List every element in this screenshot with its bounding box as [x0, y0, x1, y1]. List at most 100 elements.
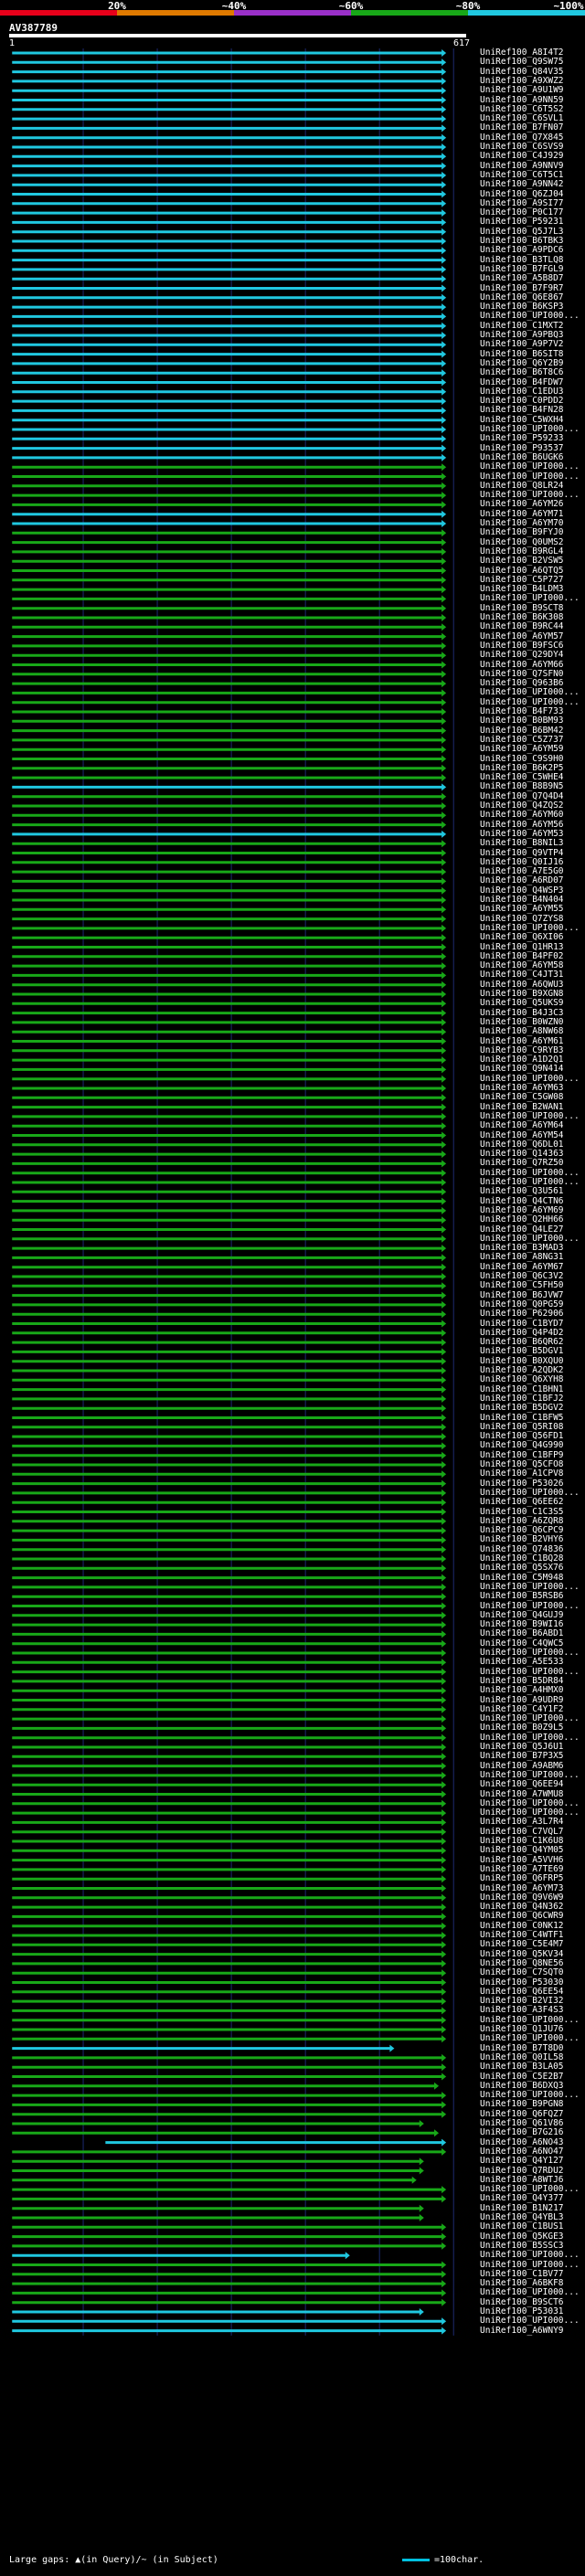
hit-label[interactable]: UniRef100_A7WMU8: [480, 1789, 564, 1799]
hit-label[interactable]: UniRef100_B3LA05: [480, 2062, 564, 2072]
hit-label[interactable]: UniRef100_Q7RZ50: [480, 1159, 564, 1168]
hit-label[interactable]: UniRef100_UPI000...: [480, 594, 580, 603]
hit-label[interactable]: UniRef100_UPI000...: [480, 472, 580, 482]
hit-label[interactable]: UniRef100_A6YM59: [480, 745, 564, 754]
hit-label[interactable]: UniRef100_Q4Y127: [480, 2157, 564, 2166]
hit-label[interactable]: UniRef100_A6YM66: [480, 660, 564, 670]
hit-label[interactable]: UniRef100_C1BUS1: [480, 2222, 564, 2231]
hit-label[interactable]: UniRef100_A8NG31: [480, 1253, 564, 1262]
hit-label[interactable]: UniRef100_B5RSB6: [480, 1592, 564, 1601]
hit-label[interactable]: UniRef100_A6YM64: [480, 1121, 564, 1130]
hit-label[interactable]: UniRef100_Q4LE27: [480, 1224, 564, 1235]
hit-label[interactable]: UniRef100_P53030: [480, 1977, 564, 1988]
hit-label[interactable]: UniRef100_A9PDC6: [480, 246, 564, 255]
hit-label[interactable]: UniRef100_A6YM55: [480, 905, 564, 914]
hit-label[interactable]: UniRef100_Q4Y377: [480, 2194, 564, 2203]
hit-label[interactable]: UniRef100_Q9VTP4: [480, 848, 564, 858]
hit-label[interactable]: UniRef100_Q6XI06: [480, 933, 564, 942]
hit-label[interactable]: UniRef100_UPI000...: [480, 312, 580, 321]
hit-label[interactable]: UniRef100_A6YM73: [480, 1883, 564, 1893]
hit-label[interactable]: UniRef100_C1BFW5: [480, 1413, 564, 1423]
hit-label[interactable]: UniRef100_B4FDW7: [480, 377, 564, 387]
hit-label[interactable]: UniRef100_P62906: [480, 1309, 564, 1319]
hit-label[interactable]: UniRef100_C9S9H0: [480, 754, 564, 764]
hit-label[interactable]: UniRef100_C5E4M7: [480, 1940, 564, 1949]
hit-label[interactable]: UniRef100_B9FYJ0: [480, 528, 564, 537]
hit-label[interactable]: UniRef100_B9RC44: [480, 622, 564, 631]
hit-label[interactable]: UniRef100_A9UDR9: [480, 1695, 564, 1705]
hit-label[interactable]: UniRef100_A6YM60: [480, 811, 564, 820]
hit-label[interactable]: UniRef100_A6QTQ5: [480, 566, 564, 576]
hit-label[interactable]: UniRef100_C5E2B7: [480, 2072, 564, 2082]
hit-label[interactable]: UniRef100_A6YM54: [480, 1130, 564, 1140]
hit-label[interactable]: UniRef100_B4FN28: [480, 406, 564, 415]
hit-label[interactable]: UniRef100_B0BM93: [480, 716, 564, 726]
hit-label[interactable]: UniRef100_B8B9N5: [480, 782, 564, 791]
hit-label[interactable]: UniRef100_A6WNY9: [480, 2326, 564, 2336]
hit-label[interactable]: UniRef100_A5B8D7: [480, 274, 564, 283]
hit-label[interactable]: UniRef100_B5DGV2: [480, 1404, 564, 1413]
hit-label[interactable]: UniRef100_A5E533: [480, 1658, 564, 1667]
hit-label[interactable]: UniRef100_UPI000...: [480, 2316, 580, 2326]
hit-label[interactable]: UniRef100_A8NW68: [480, 1027, 564, 1036]
hit-label[interactable]: UniRef100_Q6FRP5: [480, 1874, 564, 1883]
hit-label[interactable]: UniRef100_UPI000...: [480, 688, 580, 697]
hit-label[interactable]: UniRef100_Q4YM05: [480, 1846, 564, 1855]
hit-label[interactable]: UniRef100_A9U1W9: [480, 86, 564, 95]
hit-label[interactable]: UniRef100_UPI000...: [480, 2260, 580, 2270]
hit-label[interactable]: UniRef100_C4J929: [480, 152, 564, 161]
hit-label[interactable]: UniRef100_C5FH50: [480, 1281, 564, 1290]
hit-label[interactable]: UniRef100_B7P3X5: [480, 1752, 564, 1761]
hit-label[interactable]: UniRef100_B7F9R7: [480, 283, 564, 293]
hit-label[interactable]: UniRef100_A6YM61: [480, 1036, 564, 1046]
hit-label[interactable]: UniRef100_A3F4S3: [480, 2006, 564, 2015]
hit-label[interactable]: UniRef100_P59231: [480, 217, 564, 227]
hit-arrow: [441, 2101, 447, 2109]
hit-label[interactable]: UniRef100_A3L7R4: [480, 1818, 564, 1827]
hit-label[interactable]: UniRef100_C7SQT0: [480, 1968, 564, 1977]
hit-label[interactable]: UniRef100_A9NN42: [480, 180, 564, 189]
hit-label[interactable]: UniRef100_B0Z9L5: [480, 1723, 564, 1733]
hit-label[interactable]: UniRef100_Q6ZJ04: [480, 189, 564, 199]
hit-label[interactable]: UniRef100_B2VSW5: [480, 557, 564, 566]
hit-label[interactable]: UniRef100_UPI000...: [480, 462, 580, 472]
hit-label[interactable]: UniRef100_B2VHY6: [480, 1535, 564, 1544]
hit-label[interactable]: UniRef100_C1BYD7: [480, 1319, 564, 1329]
hit-label[interactable]: UniRef100_Q6EE94: [480, 1780, 564, 1789]
hit-label[interactable]: UniRef100_A9P7V2: [480, 340, 564, 349]
hit-label[interactable]: UniRef100_Q6CWR9: [480, 1912, 564, 1921]
hit-label[interactable]: UniRef100_B7FN07: [480, 123, 564, 133]
hit-label[interactable]: UniRef100_Q5UKS9: [480, 999, 564, 1008]
hit-label[interactable]: UniRef100_C4JT31: [480, 970, 564, 980]
hit-label[interactable]: UniRef100_Q29DY4: [480, 651, 564, 660]
hit-label[interactable]: UniRef100_Q7RDU2: [480, 2166, 564, 2176]
hit-label[interactable]: UniRef100_A9NN59: [480, 95, 564, 105]
hit-label[interactable]: UniRef100_B9PGN8: [480, 2100, 564, 2109]
hit-label[interactable]: UniRef100_A6RD07: [480, 876, 564, 885]
hit-label[interactable]: UniRef100_B6ABD1: [480, 1629, 564, 1638]
hit-label[interactable]: UniRef100_P59233: [480, 434, 564, 443]
hit-label[interactable]: UniRef100_UPI000...: [480, 2288, 580, 2297]
hit-label[interactable]: UniRef100_B5DGV1: [480, 1347, 564, 1356]
hit-label[interactable]: UniRef100_Q1HR13: [480, 942, 564, 952]
hit-label[interactable]: UniRef100_A1CPV8: [480, 1469, 564, 1479]
hit-label[interactable]: UniRef100_Q9N414: [480, 1065, 564, 1074]
hit-label[interactable]: UniRef100_UPI000...: [480, 1601, 580, 1611]
hit-label[interactable]: UniRef100_B7G216: [480, 2128, 564, 2137]
hit-label[interactable]: UniRef100_Q6EE62: [480, 1498, 564, 1507]
hit-label[interactable]: UniRef100_Q6XYH8: [480, 1375, 564, 1384]
hit-label[interactable]: UniRef100_Q2HH66: [480, 1215, 564, 1224]
hit-label[interactable]: UniRef100_B6T8C6: [480, 368, 564, 377]
hit-label[interactable]: UniRef100_C1C3S5: [480, 1507, 564, 1517]
hit-label[interactable]: UniRef100_Q9SW75: [480, 58, 564, 67]
hit-label[interactable]: UniRef100_Q4G990: [480, 1441, 564, 1450]
hit-label[interactable]: UniRef100_UPI000...: [480, 2034, 580, 2043]
hit-label[interactable]: UniRef100_C5GW08: [480, 1093, 564, 1102]
hit-label[interactable]: UniRef100_A4HMX0: [480, 1686, 564, 1695]
hit-label[interactable]: UniRef100_Q3U561: [480, 1187, 564, 1196]
hit-arrow: [441, 218, 447, 227]
hit-label[interactable]: UniRef100_UPI000...: [480, 2251, 580, 2260]
hit-label[interactable]: UniRef100_Q5SX76: [480, 1564, 564, 1573]
hit-label[interactable]: UniRef100_B8NIL3: [480, 839, 564, 848]
hit-label[interactable]: UniRef100_A6YM26: [480, 500, 564, 509]
